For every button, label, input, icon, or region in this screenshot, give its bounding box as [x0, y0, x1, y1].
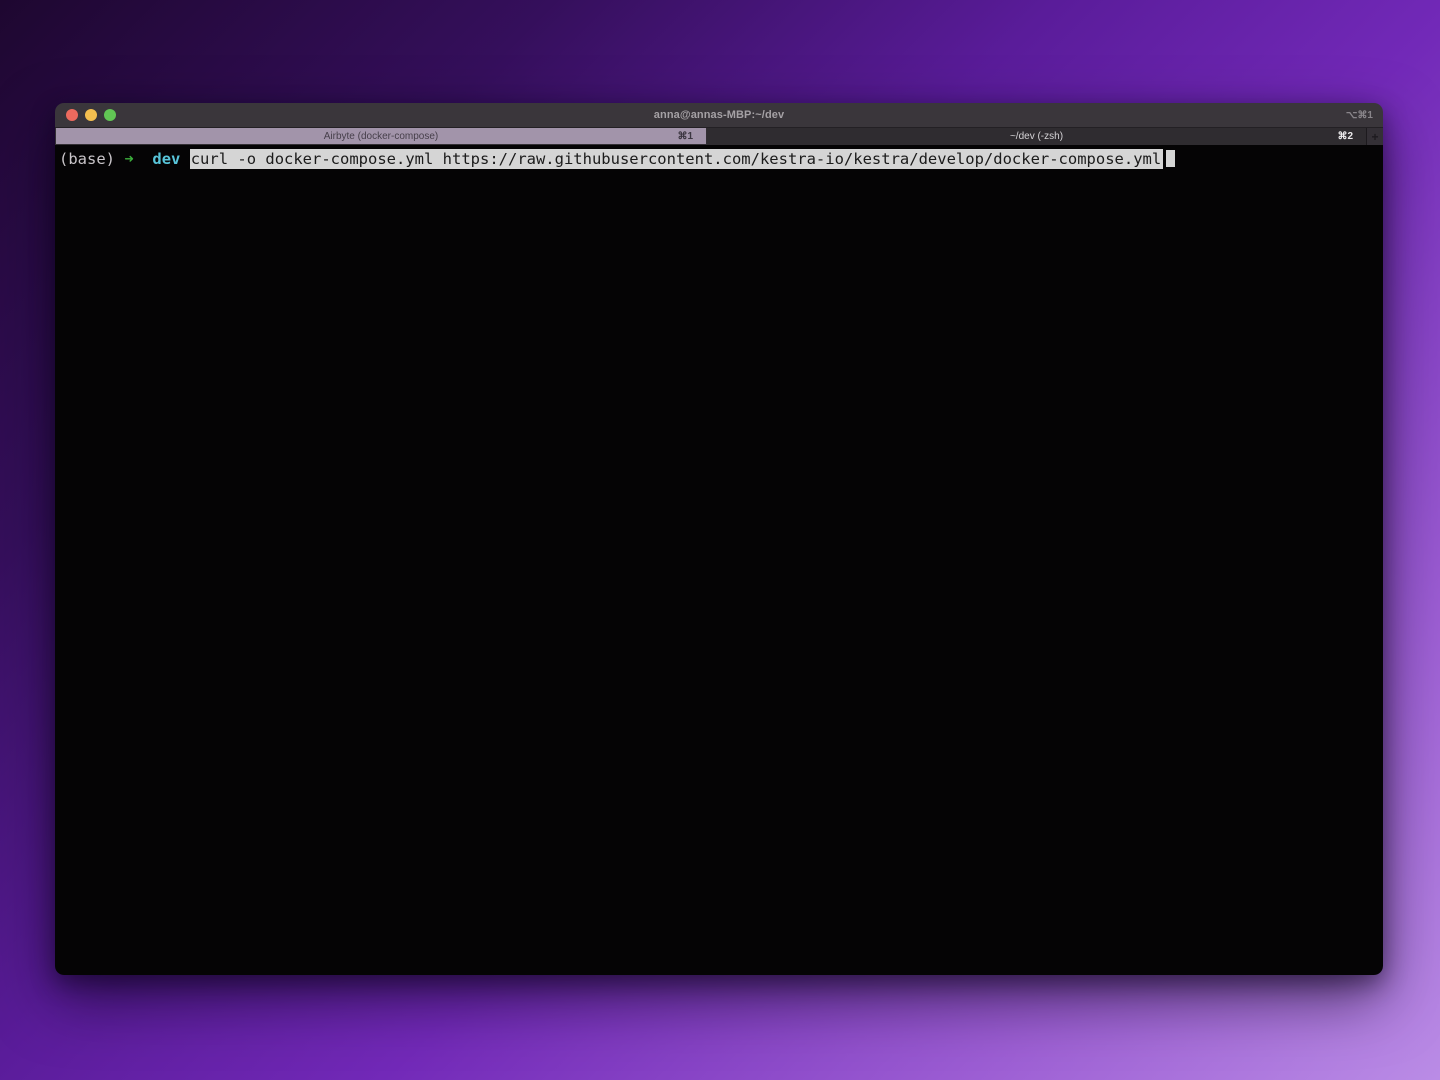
prompt-spacer — [134, 150, 153, 168]
prompt-spacer — [115, 150, 124, 168]
terminal-window: anna@annas-MBP:~/dev ⌥⌘1 Airbyte (docker… — [55, 103, 1383, 975]
window-titlebar[interactable]: anna@annas-MBP:~/dev ⌥⌘1 — [55, 103, 1383, 127]
tab-label: Airbyte (docker-compose) — [324, 131, 438, 142]
command-input-text[interactable]: curl -o docker-compose.yml https://raw.g… — [190, 149, 1164, 169]
new-tab-button[interactable]: + — [1367, 128, 1383, 145]
window-shortcut-hint: ⌥⌘1 — [1346, 103, 1373, 127]
prompt-arrow-icon: ➜ — [124, 150, 133, 168]
tab-bar: Airbyte (docker-compose) ⌘1 ~/dev (-zsh)… — [55, 127, 1383, 145]
conda-env-label: (base) — [59, 150, 115, 168]
window-title: anna@annas-MBP:~/dev — [654, 109, 784, 121]
traffic-lights — [66, 103, 116, 127]
zoom-button[interactable] — [104, 109, 116, 121]
terminal-cursor — [1166, 150, 1175, 167]
close-button[interactable] — [66, 109, 78, 121]
prompt-cwd: dev — [152, 150, 180, 168]
prompt-spacer — [180, 150, 189, 168]
tab-label: ~/dev (-zsh) — [1010, 131, 1063, 142]
tab-dev-zsh[interactable]: ~/dev (-zsh) ⌘2 — [707, 128, 1367, 145]
plus-icon: + — [1371, 130, 1378, 144]
tab-shortcut-hint: ⌘1 — [677, 131, 693, 142]
tab-shortcut-hint: ⌘2 — [1337, 131, 1353, 142]
minimize-button[interactable] — [85, 109, 97, 121]
tab-airbyte-docker-compose[interactable]: Airbyte (docker-compose) ⌘1 — [55, 128, 707, 145]
desktop-background: anna@annas-MBP:~/dev ⌥⌘1 Airbyte (docker… — [0, 0, 1440, 1080]
terminal-screen[interactable]: (base) ➜ dev curl -o docker-compose.yml … — [55, 145, 1383, 975]
